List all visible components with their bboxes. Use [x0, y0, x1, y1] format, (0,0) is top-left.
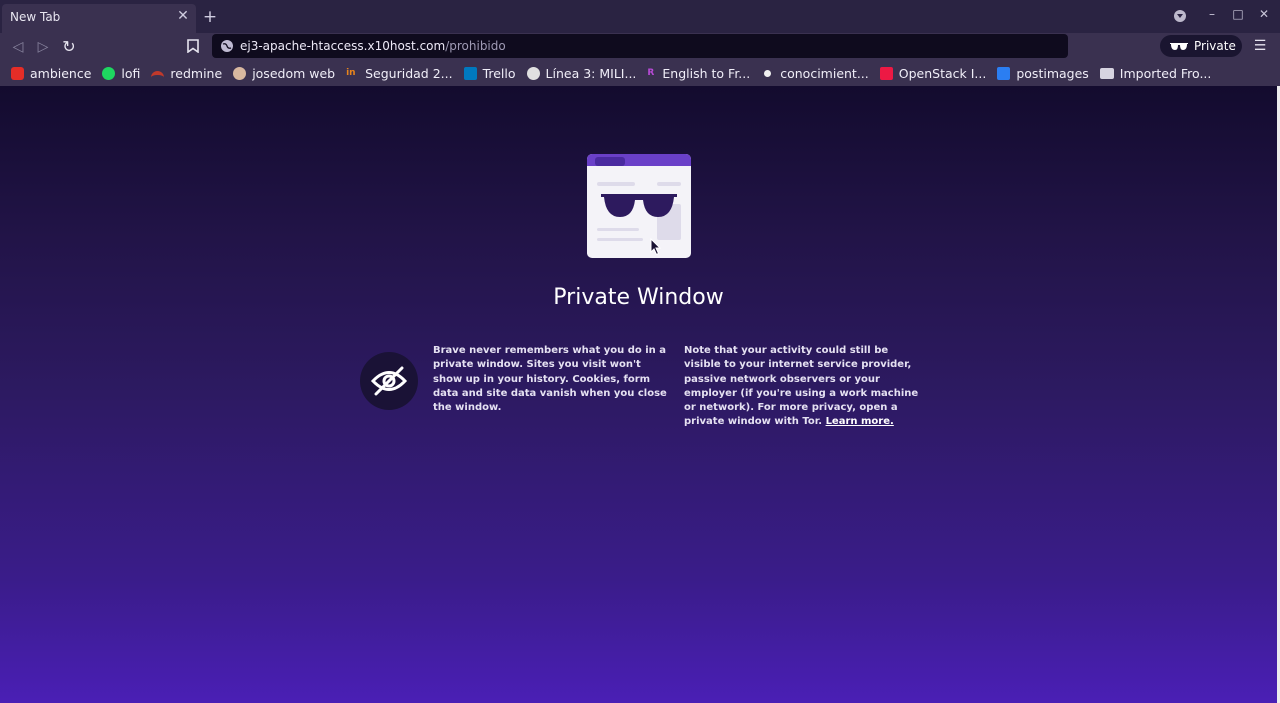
menu-icon[interactable]: ☰ — [1252, 38, 1268, 54]
minimize-icon[interactable]: – — [1204, 6, 1220, 22]
openstack-icon — [879, 66, 893, 80]
private-window-illustration — [587, 154, 691, 258]
reverso-icon: R — [647, 67, 655, 78]
bookmark-item[interactable]: lofi — [102, 66, 140, 81]
bookmark-item[interactable]: R English to Fr... — [647, 66, 750, 81]
bookmarks-bar: ambience lofi redmine josedom web in Seg… — [0, 60, 1280, 86]
folder-icon — [1099, 67, 1114, 79]
url-bar[interactable]: ej3-apache-htaccess.x10host.com/prohibid… — [212, 34, 1068, 58]
forward-icon[interactable]: ▷ — [33, 37, 53, 57]
bookmark-item[interactable]: Línea 3: MILI... — [526, 66, 636, 81]
url-path: /prohibido — [445, 39, 506, 53]
private-info-text: Brave never remembers what you do in a p… — [433, 345, 667, 414]
reload-icon[interactable]: ↻ — [59, 37, 79, 57]
eye-slash-icon — [360, 352, 418, 410]
bookmark-item[interactable]: Imported Fro... — [1099, 66, 1211, 81]
bookmark-item[interactable]: josedom web — [233, 66, 335, 81]
github-icon — [761, 66, 775, 80]
maximize-icon[interactable]: □ — [1230, 6, 1246, 22]
postimages-icon — [997, 66, 1011, 80]
mouse-cursor-icon — [650, 238, 662, 256]
youtube-icon — [11, 66, 24, 80]
bookmark-item[interactable]: postimages — [997, 66, 1089, 81]
private-label: Private — [1194, 39, 1236, 53]
back-icon[interactable]: ◁ — [8, 37, 28, 57]
close-window-icon[interactable]: ✕ — [1256, 6, 1272, 22]
redmine-icon — [151, 71, 165, 79]
in-icon: in — [346, 67, 356, 78]
private-window-page: Private Window Brave never remembers wha… — [0, 86, 1280, 703]
bookmark-item[interactable]: redmine — [151, 66, 222, 81]
tab-bar: New Tab ✕ + – □ ✕ — [0, 0, 1280, 33]
toolbar: ◁ ▷ ↻ ej3-apache-htaccess.x10host.com/pr… — [0, 33, 1280, 60]
learn-more-link[interactable]: Learn more. — [826, 416, 894, 427]
globe-icon — [526, 66, 540, 80]
url-host: ej3-apache-htaccess.x10host.com — [240, 39, 446, 53]
sunglasses-icon — [1170, 42, 1188, 50]
bookmark-item[interactable]: ambience — [11, 66, 91, 81]
tab-title: New Tab — [10, 10, 61, 24]
trello-icon — [463, 66, 477, 80]
bookmark-item[interactable]: Trello — [463, 66, 516, 81]
close-icon[interactable]: ✕ — [176, 9, 190, 23]
bookmark-item[interactable]: OpenStack I... — [879, 66, 986, 81]
bookmark-icon[interactable] — [184, 37, 202, 55]
tor-info-text: Note that your activity could still be v… — [684, 345, 919, 428]
bookmark-item[interactable]: conocimient... — [761, 66, 869, 81]
globe-icon — [221, 40, 233, 52]
window-controls: – □ ✕ — [1174, 6, 1272, 22]
avatar-icon — [233, 66, 247, 80]
private-badge[interactable]: Private — [1160, 35, 1242, 57]
spotify-icon — [102, 66, 116, 80]
page-title: Private Window — [553, 285, 724, 310]
bookmark-item[interactable]: in Seguridad 2... — [346, 66, 452, 81]
tab-new-tab[interactable]: New Tab ✕ — [2, 4, 196, 33]
plus-icon[interactable]: + — [202, 9, 218, 26]
chevron-down-icon[interactable] — [1174, 10, 1186, 22]
